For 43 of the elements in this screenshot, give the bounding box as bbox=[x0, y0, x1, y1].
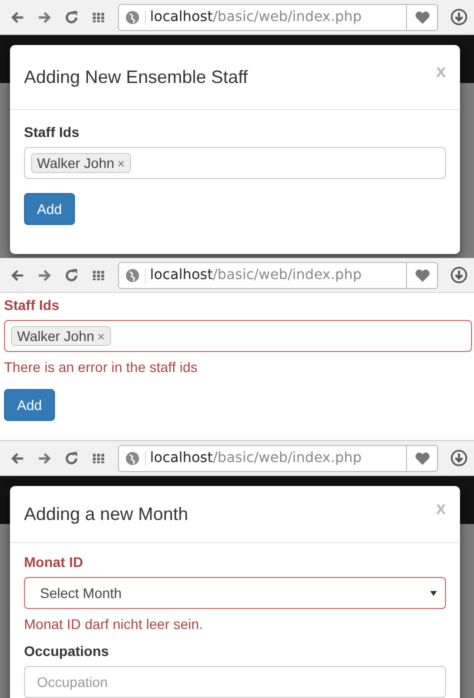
reload-icon[interactable] bbox=[64, 450, 79, 466]
tag-text: Walker John bbox=[37, 155, 114, 171]
globe-icon bbox=[125, 10, 146, 24]
forward-icon[interactable] bbox=[37, 450, 52, 466]
field-label: Staff Ids bbox=[24, 124, 80, 140]
tag-input-field[interactable]: Walker John × bbox=[4, 320, 472, 352]
remove-tag-button[interactable]: × bbox=[97, 328, 105, 344]
download-icon[interactable] bbox=[450, 266, 468, 284]
globe-icon bbox=[125, 450, 146, 466]
add-button[interactable]: Add bbox=[4, 389, 55, 421]
download-icon[interactable] bbox=[450, 8, 468, 26]
heart-icon bbox=[414, 8, 430, 26]
reload-icon[interactable] bbox=[64, 10, 79, 24]
address-bar[interactable]: localhost/basic/web/index.php bbox=[118, 262, 438, 288]
address-bar[interactable]: localhost/basic/web/index.php bbox=[118, 4, 438, 30]
occupation-input[interactable]: Occupation bbox=[24, 666, 446, 698]
forward-icon[interactable] bbox=[37, 268, 52, 282]
error-message: There is an error in the staff ids bbox=[4, 359, 198, 375]
tag-text: Walker John bbox=[17, 328, 94, 344]
tag-input-field[interactable]: Walker John × bbox=[24, 147, 446, 179]
field-label: Monat ID bbox=[24, 554, 84, 570]
address-bar[interactable]: localhost/basic/web/index.php bbox=[118, 444, 438, 472]
caret-icon bbox=[430, 590, 437, 596]
heart-icon bbox=[414, 266, 430, 284]
field-label: Staff Ids bbox=[4, 297, 60, 313]
download-icon[interactable] bbox=[450, 449, 468, 467]
modal-title: Adding New Ensemble Staff bbox=[24, 66, 248, 89]
forward-icon[interactable] bbox=[37, 10, 52, 24]
remove-tag-button[interactable]: × bbox=[117, 156, 125, 170]
back-icon[interactable] bbox=[10, 268, 25, 282]
url-text: localhost/basic/web/index.php bbox=[150, 450, 363, 466]
url-text: localhost/basic/web/index.php bbox=[150, 267, 363, 283]
back-icon[interactable] bbox=[10, 450, 25, 466]
add-button[interactable]: Add bbox=[24, 193, 75, 225]
month-select[interactable]: Select Month bbox=[24, 577, 446, 609]
reload-icon[interactable] bbox=[64, 268, 79, 282]
field-label: Occupations bbox=[24, 643, 109, 659]
error-message: Monat ID darf nicht leer sein. bbox=[24, 616, 203, 632]
modal-title: Adding a new Month bbox=[24, 503, 188, 526]
back-icon[interactable] bbox=[10, 10, 25, 24]
url-text: localhost/basic/web/index.php bbox=[150, 9, 363, 25]
globe-icon bbox=[125, 268, 146, 282]
heart-icon bbox=[414, 450, 430, 466]
